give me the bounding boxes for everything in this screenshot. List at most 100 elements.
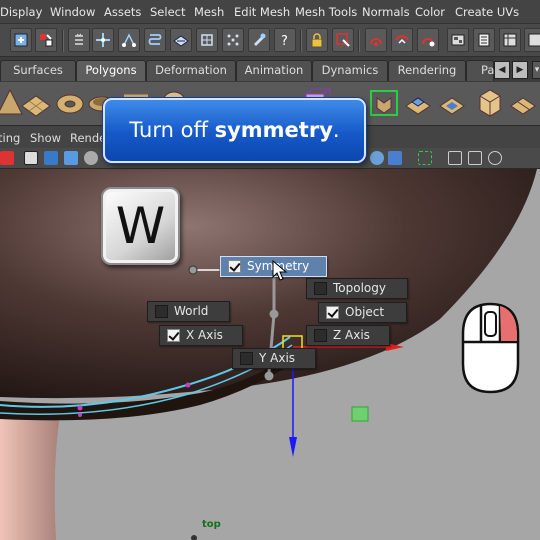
move-tool-icon[interactable] [10,28,32,52]
snap-view-icon[interactable] [196,28,218,52]
vertex-point [77,405,83,411]
shelf-tab-bar: Surfaces Polygons Deformation Animation … [0,57,540,82]
tab-surfaces[interactable]: Surfaces [0,60,76,81]
mouse-right-button-icon [461,302,520,394]
snap-point-icon[interactable] [118,28,140,52]
right-button-pressed [500,306,517,341]
vertex-point [78,413,82,417]
tooltip-suffix: . [332,118,340,142]
xray-icon[interactable] [388,151,402,165]
instruction-tooltip: Turn off symmetry. [103,98,366,163]
panel-menu-renderer[interactable]: Rende [70,131,106,145]
hypershade-icon[interactable] [447,28,469,52]
tab-dynamics[interactable]: Dynamics [312,60,388,81]
svg-text:?: ? [281,34,288,48]
snap-grid-icon[interactable] [170,28,192,52]
tool-settings-icon[interactable] [524,28,540,52]
object-checkbox[interactable] [326,306,339,319]
mm-node [264,371,274,381]
select-icon[interactable] [35,28,57,52]
fill-icon[interactable] [436,86,468,120]
attribute-editor-icon[interactable] [473,28,495,52]
mm-x-axis-item[interactable]: X Axis [159,325,243,346]
mm-y-axis-item[interactable]: Y Axis [232,348,316,369]
plane-icon[interactable] [20,86,52,120]
magnet-icon[interactable] [248,28,270,52]
lights-icon[interactable] [84,151,98,165]
torus-icon[interactable] [54,86,86,120]
menu-window[interactable]: Window [50,5,95,19]
isolate-select-icon[interactable] [370,151,384,165]
menu-mesh[interactable]: Mesh [194,5,224,19]
menu-mesh-tools[interactable]: Mesh Tools [295,5,357,19]
tab-deformation[interactable]: Deformation [146,60,236,81]
layout-icon[interactable] [468,151,482,165]
menu-select[interactable]: Select [150,5,185,19]
panel-menu-show[interactable]: Show [30,131,61,145]
topology-checkbox[interactable] [314,282,327,295]
select-object-icon[interactable] [332,28,354,52]
keyboard-key-w: W [101,187,180,265]
channel-box-icon[interactable] [499,28,521,52]
mm-z-axis-item[interactable]: Z Axis [306,325,390,346]
main-menu-bar: Display Window Assets Select Mesh Edit M… [0,0,540,24]
menu-display[interactable]: Display [0,5,42,19]
textured-icon[interactable] [64,151,78,165]
mm-y-axis-label: Y Axis [259,351,296,365]
neck-mesh [0,414,60,540]
help-icon[interactable]: ? [274,28,296,52]
mm-topology-item[interactable]: Topology [306,278,408,299]
snap-curve-icon[interactable] [144,28,166,52]
scroll-left-icon[interactable]: ◀ [494,61,510,79]
top-viewport[interactable]: W Symmetry Topology World Object X Axis … [0,169,540,540]
mm-node [269,309,279,319]
lock-icon[interactable] [306,28,328,52]
select-highlight-icon[interactable] [418,151,432,165]
render-icon[interactable] [365,28,387,52]
mouse-cursor-icon [272,260,288,281]
mm-object-item[interactable]: Object [318,302,407,323]
bridge-icon[interactable] [368,86,400,120]
status-line: ? [0,24,540,57]
tab-rendering[interactable]: Rendering [388,60,466,81]
mm-object-label: Object [345,305,385,319]
vertex-point [185,382,191,388]
z-axis-checkbox[interactable] [314,329,327,342]
menu-edit-mesh[interactable]: Edit Mesh [234,5,290,19]
menu-assets[interactable]: Assets [104,5,141,19]
bevel-icon[interactable] [508,86,540,120]
world-checkbox[interactable] [155,305,168,318]
key-letter: W [115,197,166,255]
panel-menu-lighting[interactable]: ting [0,131,20,145]
render-settings-icon[interactable] [417,28,439,52]
move-icon[interactable] [92,28,114,52]
wireframe-icon[interactable] [24,151,38,165]
green-locator [351,406,369,422]
scroll-right-icon[interactable]: ▶ [512,61,528,79]
y-axis-checkbox[interactable] [240,352,253,365]
x-axis-checkbox[interactable] [167,329,180,342]
menu-normals[interactable]: Normals [362,5,410,19]
list-icon[interactable] [68,28,90,52]
menu-create-uvs[interactable]: Create UVs [455,5,519,19]
extrude-icon[interactable] [402,86,434,120]
tab-partial[interactable]: Pa [466,60,494,81]
tab-polygons[interactable]: Polygons [76,60,146,81]
menu-color[interactable]: Color [415,5,445,19]
snap-live-icon[interactable] [222,28,244,52]
mm-world-item[interactable]: World [147,301,230,322]
mm-topology-label: Topology [333,281,386,295]
link-icon[interactable] [488,151,502,165]
cube-icon[interactable] [474,86,506,120]
mm-origin [188,265,198,275]
camera-attributes-icon[interactable] [0,151,14,165]
mm-world-label: World [174,304,209,318]
pivot-point [191,535,197,540]
y-axis-arrow [289,437,297,457]
symmetry-checkbox[interactable] [228,260,241,273]
shelf-menu-icon[interactable]: ▾ [532,61,540,79]
ipr-render-icon[interactable] [391,28,413,52]
cube-view-icon[interactable] [448,151,462,165]
smooth-shade-icon[interactable] [44,151,58,165]
tab-animation[interactable]: Animation [236,60,312,81]
